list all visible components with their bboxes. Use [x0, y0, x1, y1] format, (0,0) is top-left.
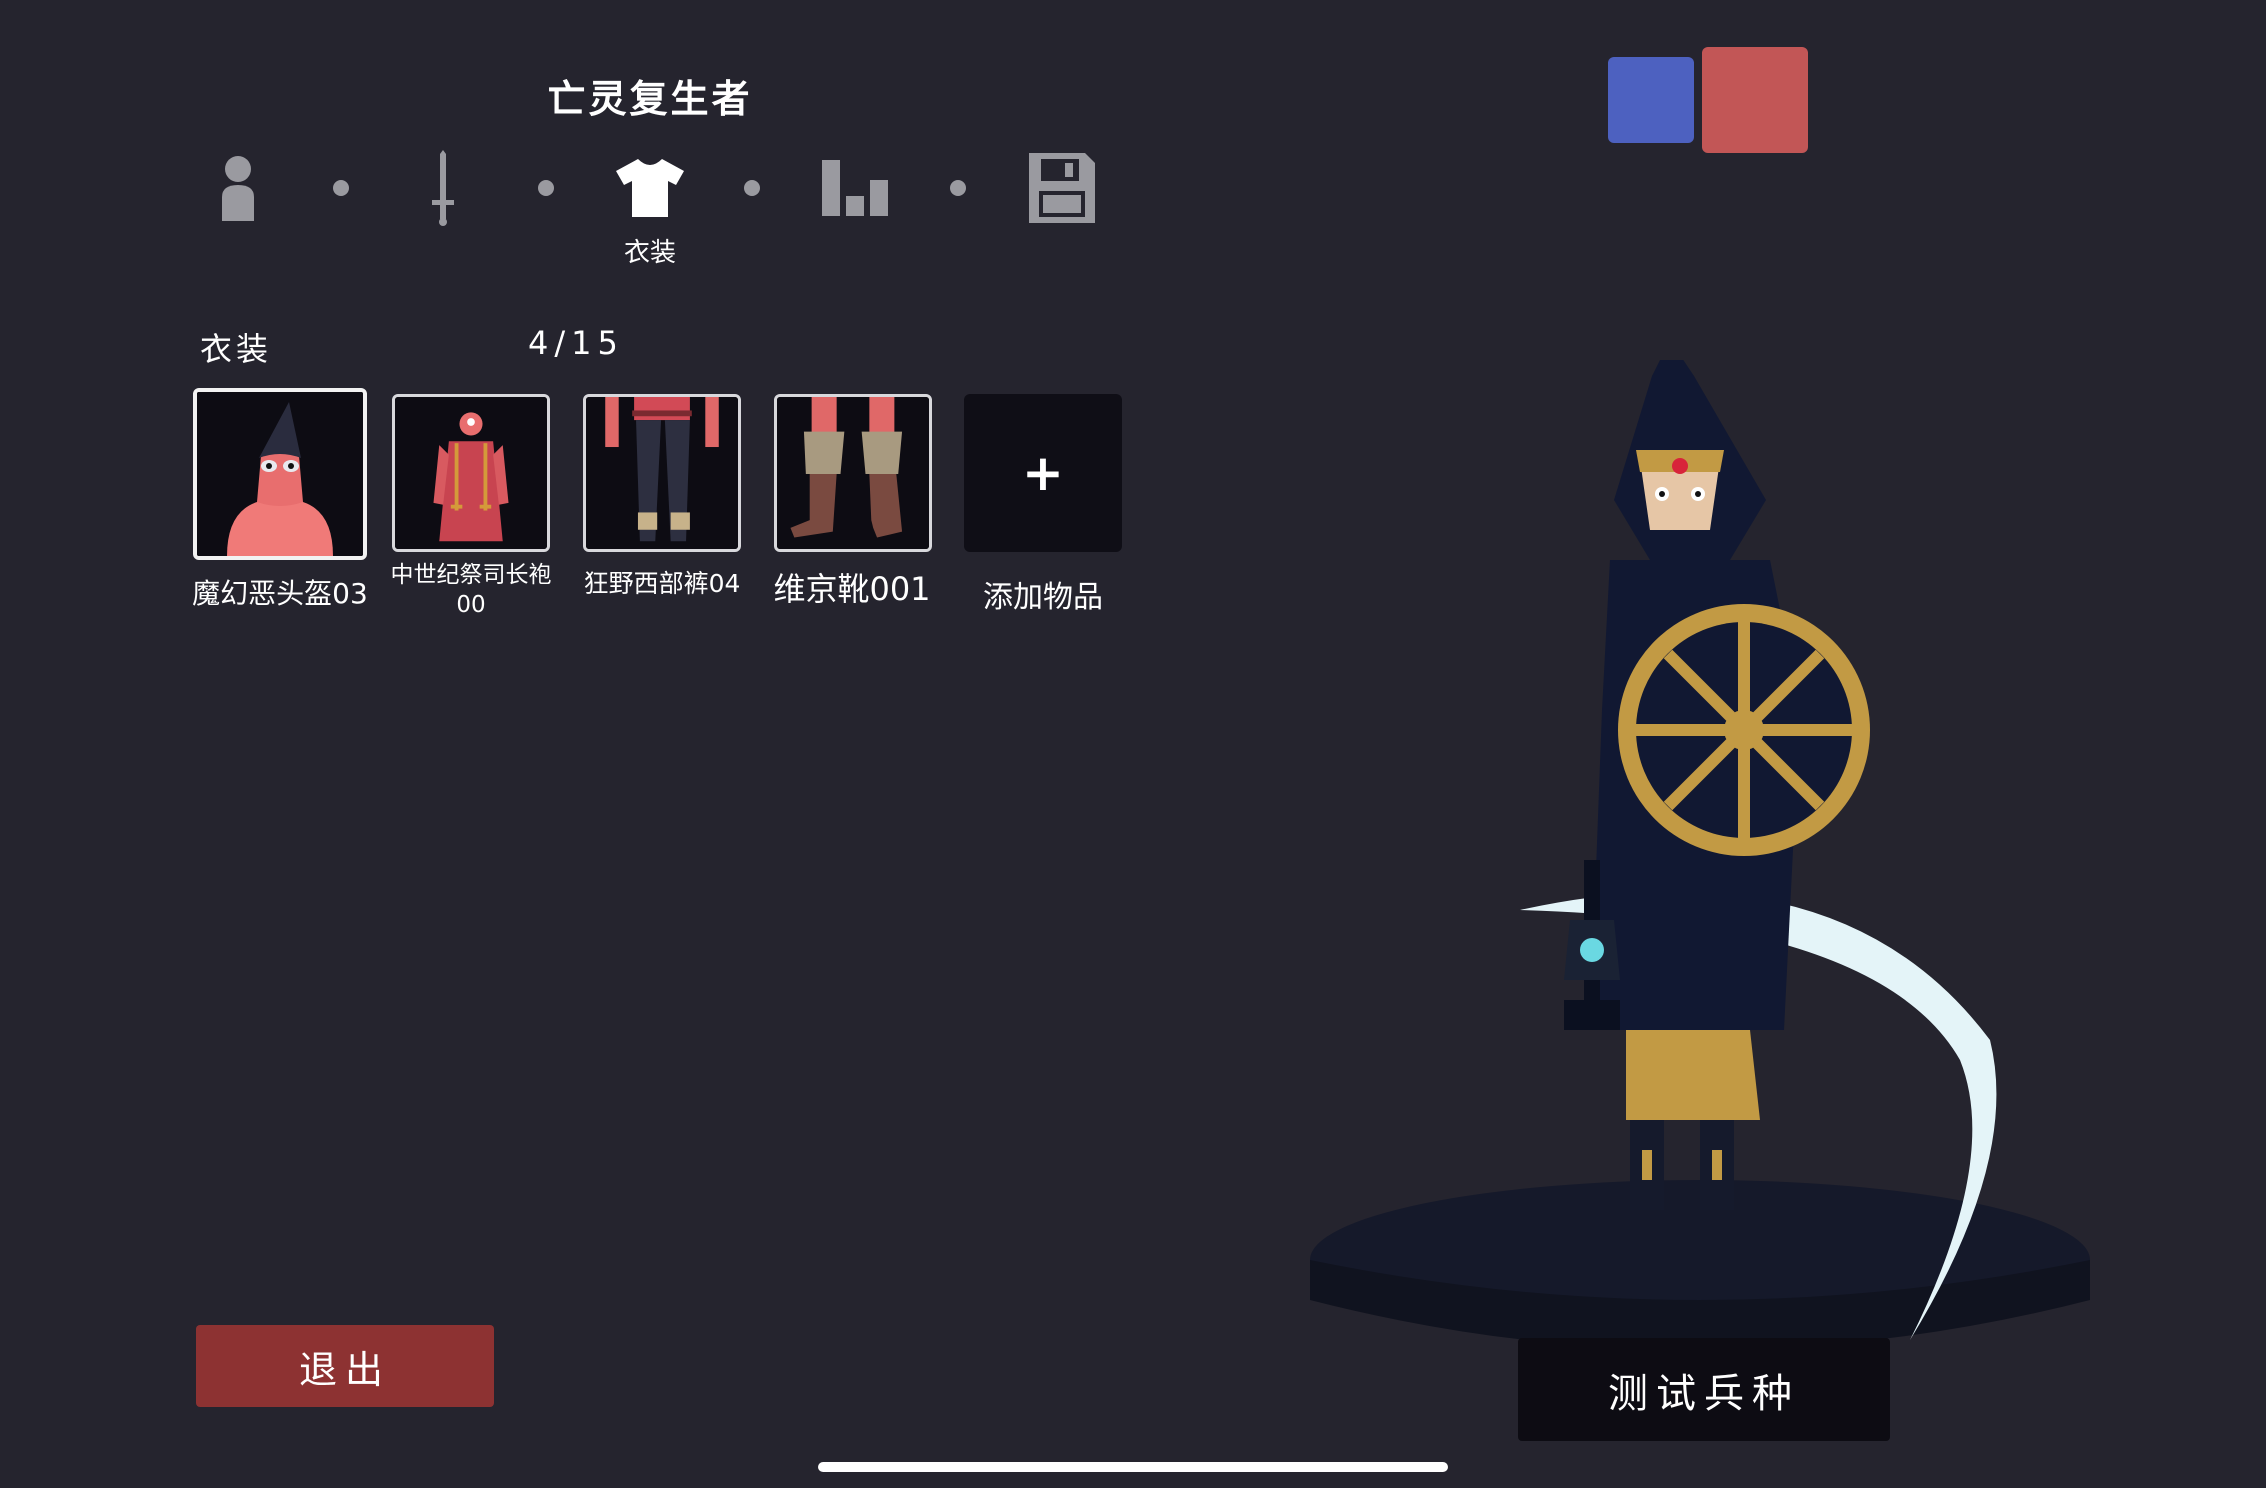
home-indicator[interactable] — [818, 1462, 1448, 1472]
step-save[interactable] — [1012, 138, 1112, 238]
step-clothing[interactable] — [600, 138, 700, 238]
step-unit[interactable] — [188, 138, 288, 238]
step-separator-dot — [744, 180, 760, 196]
exit-button[interactable]: 退出 — [196, 1325, 494, 1407]
step-clothing-label: 衣装 — [623, 238, 676, 268]
test-unit-button[interactable]: 测试兵种 — [1518, 1338, 1890, 1441]
add-item-button[interactable]: + — [964, 394, 1122, 552]
unit-name-title: 亡灵复生者 — [547, 77, 753, 121]
robe-thumbnail — [395, 397, 547, 549]
clothing-slot-robe[interactable] — [392, 394, 550, 552]
clothing-section-label: 衣装 — [200, 330, 273, 368]
step-weapon[interactable] — [393, 138, 493, 238]
team-red-button[interactable] — [1702, 47, 1808, 153]
clothing-slot-pants[interactable] — [583, 394, 741, 552]
shirt-icon — [616, 159, 684, 217]
step-separator-dot — [950, 180, 966, 196]
add-item-label: 添加物品 — [983, 580, 1103, 615]
unit-creator-screen: 亡灵复生者 衣装 衣装 4/15 魔幻恶头盔03 中世纪祭司长袍00 狂野西部裤… — [0, 0, 2266, 1488]
bar-chart-icon — [822, 160, 888, 216]
clothing-count: 4/15 — [528, 324, 624, 362]
unit-preview-model[interactable] — [1280, 360, 2110, 1470]
helmet-thumbnail — [197, 392, 363, 556]
sword-icon — [432, 150, 454, 226]
clothing-slot-label: 维京靴001 — [773, 570, 931, 608]
clothing-slot-label: 魔幻恶头盔03 — [192, 577, 368, 610]
clothing-slot-label: 中世纪祭司长袍00 — [390, 562, 552, 618]
clothing-slot-helmet[interactable] — [193, 388, 367, 560]
step-separator-dot — [333, 180, 349, 196]
floppy-disk-icon — [1029, 153, 1095, 223]
clothing-slot-label: 狂野西部裤04 — [583, 569, 741, 598]
team-blue-button[interactable] — [1608, 57, 1694, 143]
step-separator-dot — [538, 180, 554, 196]
clothing-slot-boots[interactable] — [774, 394, 932, 552]
pants-thumbnail — [586, 397, 738, 549]
boots-thumbnail — [777, 397, 929, 549]
step-stats[interactable] — [805, 138, 905, 238]
person-icon — [222, 156, 254, 221]
